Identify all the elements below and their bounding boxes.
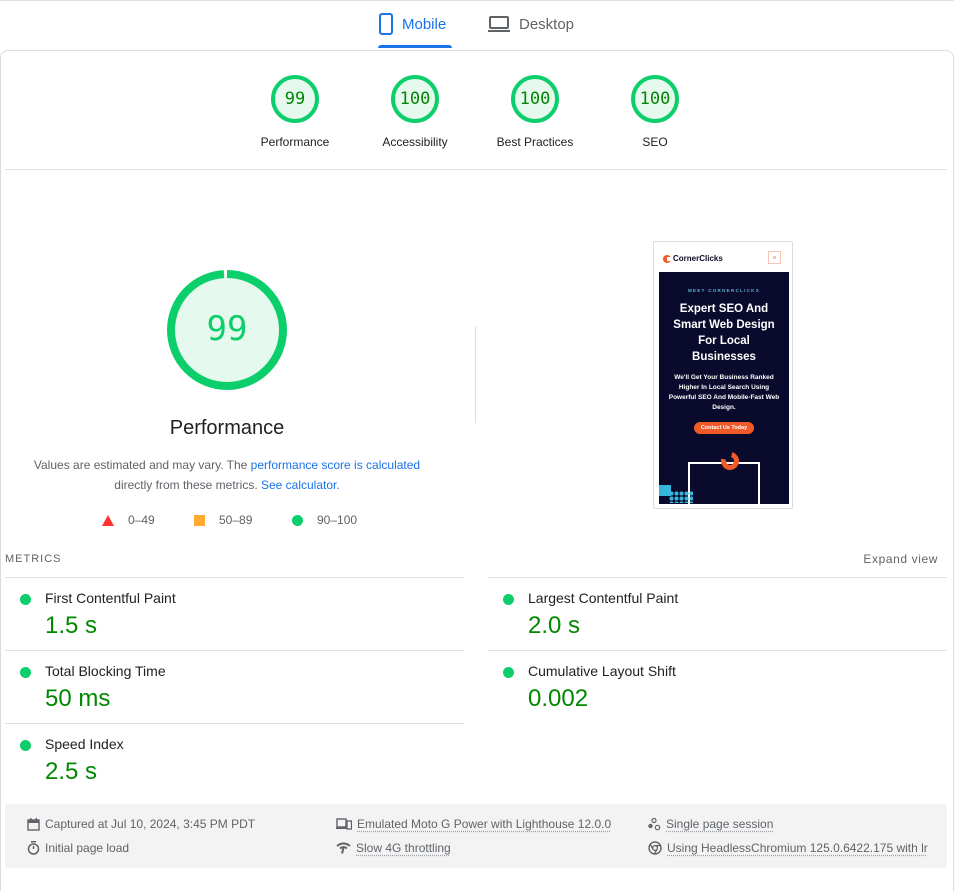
runtime-settings: Captured at Jul 10, 2024, 3:45 PM PDT In… — [5, 804, 947, 868]
triangle-icon — [102, 514, 114, 526]
gauge-label: Performance — [260, 135, 330, 149]
initial-load-text: Initial page load — [45, 841, 130, 855]
gauge-label: SEO — [642, 135, 668, 149]
score-legend: 0–49 50–89 90–100 — [0, 513, 454, 529]
gauge-score: 100 — [399, 89, 431, 109]
metric-value: 0.002 — [528, 685, 589, 712]
metric-title: Total Blocking Time — [45, 663, 166, 679]
tab-desktop-label: Desktop — [519, 15, 575, 33]
captured-at: Captured at Jul 10, 2024, 3:45 PM PDT — [27, 816, 255, 832]
performance-description: Values are estimated and may vary. The p… — [20, 455, 434, 495]
brand-logo: CornerClicks — [663, 254, 723, 263]
calendar-icon — [27, 817, 40, 831]
screenshot-hero: MEET CORNERCLICKS Expert SEO And Smart W… — [659, 272, 789, 508]
gauge-accessibility[interactable]: 100 Accessibility — [355, 74, 475, 149]
legend-average: 50–89 — [194, 513, 252, 527]
legend-pass: 90–100 — [292, 513, 357, 527]
laptop-icon — [487, 15, 511, 33]
metric-value: 2.0 s — [528, 612, 581, 639]
menu-icon — [768, 251, 781, 264]
metric-title: First Contentful Paint — [45, 590, 176, 606]
square-icon — [194, 514, 205, 526]
smartphone-icon — [378, 12, 394, 36]
vertical-divider — [475, 326, 476, 423]
browser-info: Using HeadlessChromium 125.0.6422.175 wi… — [648, 840, 928, 856]
desc-middle: directly from these metrics. — [114, 478, 261, 492]
gauge-best-practices[interactable]: 100 Best Practices — [475, 74, 595, 149]
metric-tbt: Total Blocking Time 50 ms — [5, 650, 464, 723]
active-tab-indicator — [378, 45, 452, 48]
session-link[interactable]: Single page session — [666, 817, 773, 831]
pass-circle-icon — [503, 667, 514, 678]
hero-headline: Expert SEO And Smart Web Design For Loca… — [673, 303, 775, 363]
brand-logo-icon — [663, 254, 671, 263]
performance-score: 99 — [206, 309, 248, 349]
see-calculator-link[interactable]: See calculator. — [261, 478, 340, 492]
pass-circle-icon — [20, 667, 31, 678]
circle-icon — [292, 514, 303, 526]
tab-mobile[interactable]: Mobile — [378, 0, 452, 48]
metrics-header: METRICS — [5, 553, 62, 565]
pass-circle-icon — [20, 740, 31, 751]
metric-cls: Cumulative Layout Shift 0.002 — [488, 650, 947, 723]
signal-icon — [336, 842, 351, 854]
metric-title: Cumulative Layout Shift — [528, 663, 676, 679]
final-screenshot[interactable]: CornerClicks MEET CORNERCLICKS Expert SE… — [653, 241, 793, 509]
gauge-label: Accessibility — [382, 135, 448, 149]
metric-title: Speed Index — [45, 736, 124, 752]
gauge-seo[interactable]: 100 SEO — [595, 74, 715, 149]
gauge-performance[interactable]: 99 Performance — [235, 74, 355, 149]
timer-icon — [27, 841, 40, 855]
gauge-label: Best Practices — [496, 135, 574, 149]
performance-gauge: 99 — [167, 270, 287, 390]
throttling-link[interactable]: Slow 4G throttling — [356, 841, 451, 855]
dots-graphic — [669, 491, 693, 503]
legend-fail: 0–49 — [102, 513, 155, 527]
device-emulation: Emulated Moto G Power with Lighthouse 12… — [336, 816, 611, 832]
metric-si: Speed Index 2.5 s — [5, 723, 464, 796]
tab-mobile-label: Mobile — [402, 15, 447, 33]
performance-title: Performance — [169, 417, 285, 439]
browser-link[interactable]: Using HeadlessChromium 125.0.6422.175 wi… — [667, 841, 928, 855]
hero-kicker: MEET CORNERCLICKS — [687, 288, 761, 293]
pass-circle-icon — [503, 594, 514, 605]
gauge-score: 99 — [284, 89, 306, 109]
summary-divider — [5, 169, 947, 170]
metric-title: Largest Contentful Paint — [528, 590, 679, 606]
network-throttling: Slow 4G throttling — [336, 840, 451, 856]
device-tabs: Mobile Desktop — [0, 0, 954, 50]
expand-view-button[interactable]: Expand view — [863, 552, 938, 566]
desc-prefix: Values are estimated and may vary. The — [33, 458, 251, 472]
hero-cta: Contact Us Today — [693, 422, 755, 434]
hero-subtext: We'll Get Your Business Ranked Higher In… — [668, 374, 780, 411]
metric-lcp: Largest Contentful Paint 2.0 s — [488, 577, 947, 650]
metric-value: 2.5 s — [45, 758, 98, 785]
gauge-score: 100 — [639, 89, 671, 109]
pass-circle-icon — [20, 594, 31, 605]
chrome-icon — [648, 841, 662, 855]
devices-icon — [336, 818, 352, 830]
legend-range: 0–49 — [128, 513, 155, 527]
metric-value: 1.5 s — [45, 612, 98, 639]
initial-load: Initial page load — [27, 840, 129, 856]
metric-value: 50 ms — [45, 685, 111, 712]
hero-frame-graphic — [688, 462, 760, 508]
device-emulation-link[interactable]: Emulated Moto G Power with Lighthouse 12… — [357, 817, 611, 831]
legend-range: 50–89 — [219, 513, 253, 527]
page-session: Single page session — [648, 816, 773, 832]
screenshot-header: CornerClicks — [659, 247, 787, 271]
metric-fcp: First Contentful Paint 1.5 s — [5, 577, 464, 650]
legend-range: 90–100 — [317, 513, 358, 527]
gauge-score: 100 — [519, 89, 551, 109]
brand-name: CornerClicks — [673, 254, 723, 263]
captured-at-text: Captured at Jul 10, 2024, 3:45 PM PDT — [45, 817, 256, 831]
score-summary: 99 Performance 100 Accessibility 100 Bes… — [0, 74, 954, 154]
tab-desktop[interactable]: Desktop — [487, 0, 574, 48]
session-icon — [648, 817, 661, 831]
score-calculated-link[interactable]: performance score is calculated — [251, 458, 420, 472]
